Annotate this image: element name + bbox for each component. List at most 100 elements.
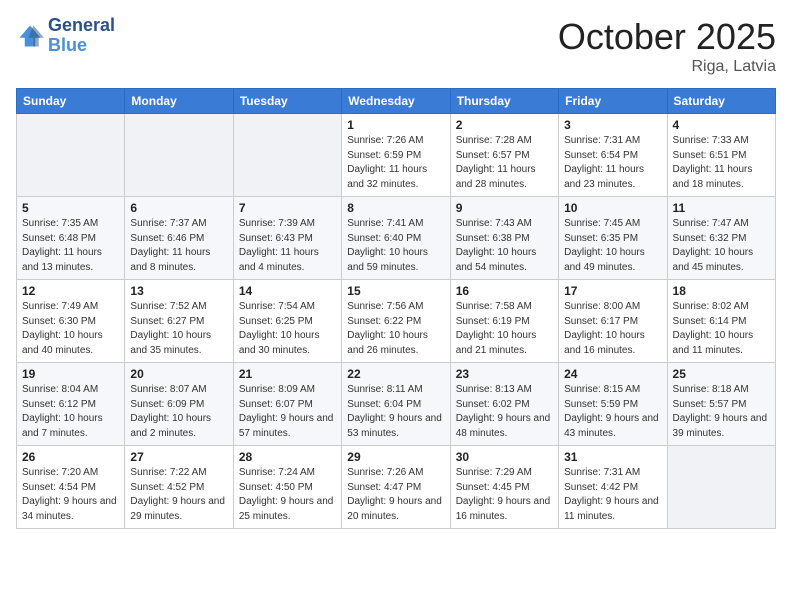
calendar-cell: 8 Sunrise: 7:41 AM Sunset: 6:40 PM Daylig… (342, 197, 450, 280)
calendar-cell: 25Sunrise: 8:18 AM Sunset: 5:57 PM Dayli… (667, 363, 775, 446)
day-number: 29 (347, 450, 444, 464)
page-header: General Blue October 2025 Riga, Latvia (16, 16, 776, 76)
day-info: Sunrise: 7:45 AM Sunset: 6:35 PM Dayligh… (564, 217, 661, 275)
calendar-cell: 18 Sunrise: 8:02 AM Sunset: 6:14 PM Dayli… (667, 280, 775, 363)
day-number: 26 (22, 450, 119, 464)
day-info: Sunrise: 7:24 AM Sunset: 4:50 PM Dayligh… (239, 466, 336, 524)
day-info: Sunrise: 7:54 AM Sunset: 6:25 PM Dayligh… (239, 300, 336, 358)
logo-icon (16, 22, 44, 50)
day-number: 22 (347, 367, 444, 381)
calendar-cell: 22 Sunrise: 8:11 AM Sunset: 6:04 PM Dayli… (342, 363, 450, 446)
day-info: Sunrise: 7:52 AM Sunset: 6:27 PM Dayligh… (130, 300, 227, 358)
calendar-cell: 20 Sunrise: 8:07 AM Sunset: 6:09 PM Dayli… (125, 363, 233, 446)
day-info: Sunrise: 7:41 AM Sunset: 6:40 PM Dayligh… (347, 217, 444, 275)
day-number: 23 (456, 367, 553, 381)
day-number: 11 (673, 201, 770, 215)
calendar-week-row: 1 Sunrise: 7:26 AM Sunset: 6:59 PM Daylig… (17, 114, 776, 197)
day-info: Sunrise: 7:35 AM Sunset: 6:48 PM Dayligh… (22, 217, 119, 275)
day-info: Sunrise: 7:39 AM Sunset: 6:43 PM Dayligh… (239, 217, 336, 275)
day-number: 16 (456, 284, 553, 298)
day-info: Sunrise: 8:09 AM Sunset: 6:07 PM Dayligh… (239, 383, 336, 441)
weekday-header: Friday (559, 89, 667, 114)
location: Riga, Latvia (558, 58, 776, 76)
calendar-cell: 27Sunrise: 7:22 AM Sunset: 4:52 PM Dayli… (125, 446, 233, 529)
calendar-cell: 28 Sunrise: 7:24 AM Sunset: 4:50 PM Dayli… (233, 446, 341, 529)
calendar-cell (667, 446, 775, 529)
day-number: 21 (239, 367, 336, 381)
day-info: Sunrise: 7:20 AM Sunset: 4:54 PM Dayligh… (22, 466, 119, 524)
calendar-cell: 6Sunrise: 7:37 AM Sunset: 6:46 PM Daylig… (125, 197, 233, 280)
weekday-header: Sunday (17, 89, 125, 114)
weekday-header: Wednesday (342, 89, 450, 114)
day-number: 28 (239, 450, 336, 464)
day-info: Sunrise: 8:15 AM Sunset: 5:59 PM Dayligh… (564, 383, 661, 441)
calendar-cell: 16 Sunrise: 7:58 AM Sunset: 6:19 PM Dayli… (450, 280, 558, 363)
day-info: Sunrise: 7:47 AM Sunset: 6:32 PM Dayligh… (673, 217, 770, 275)
logo: General Blue (16, 16, 115, 56)
calendar-cell: 29 Sunrise: 7:26 AM Sunset: 4:47 PM Dayli… (342, 446, 450, 529)
day-info: Sunrise: 7:28 AM Sunset: 6:57 PM Dayligh… (456, 134, 553, 192)
day-info: Sunrise: 7:26 AM Sunset: 6:59 PM Dayligh… (347, 134, 444, 192)
calendar-cell: 21 Sunrise: 8:09 AM Sunset: 6:07 PM Dayli… (233, 363, 341, 446)
day-info: Sunrise: 8:11 AM Sunset: 6:04 PM Dayligh… (347, 383, 444, 441)
calendar-cell: 15 Sunrise: 7:56 AM Sunset: 6:22 PM Dayli… (342, 280, 450, 363)
calendar-week-row: 26 Sunrise: 7:20 AM Sunset: 4:54 PM Dayli… (17, 446, 776, 529)
day-number: 30 (456, 450, 553, 464)
day-number: 9 (456, 201, 553, 215)
day-info: Sunrise: 7:56 AM Sunset: 6:22 PM Dayligh… (347, 300, 444, 358)
calendar-week-row: 5 Sunrise: 7:35 AM Sunset: 6:48 PM Daylig… (17, 197, 776, 280)
day-info: Sunrise: 7:29 AM Sunset: 4:45 PM Dayligh… (456, 466, 553, 524)
day-number: 5 (22, 201, 119, 215)
day-info: Sunrise: 8:04 AM Sunset: 6:12 PM Dayligh… (22, 383, 119, 441)
day-info: Sunrise: 8:02 AM Sunset: 6:14 PM Dayligh… (673, 300, 770, 358)
calendar-cell: 9 Sunrise: 7:43 AM Sunset: 6:38 PM Daylig… (450, 197, 558, 280)
day-info: Sunrise: 8:13 AM Sunset: 6:02 PM Dayligh… (456, 383, 553, 441)
day-info: Sunrise: 7:49 AM Sunset: 6:30 PM Dayligh… (22, 300, 119, 358)
day-number: 6 (130, 201, 227, 215)
day-info: Sunrise: 8:00 AM Sunset: 6:17 PM Dayligh… (564, 300, 661, 358)
calendar-week-row: 19 Sunrise: 8:04 AM Sunset: 6:12 PM Dayli… (17, 363, 776, 446)
calendar-cell: 17 Sunrise: 8:00 AM Sunset: 6:17 PM Dayli… (559, 280, 667, 363)
calendar-cell (17, 114, 125, 197)
day-number: 19 (22, 367, 119, 381)
calendar-cell (125, 114, 233, 197)
day-number: 20 (130, 367, 227, 381)
weekday-header: Tuesday (233, 89, 341, 114)
calendar-cell: 1 Sunrise: 7:26 AM Sunset: 6:59 PM Daylig… (342, 114, 450, 197)
calendar-cell: 31 Sunrise: 7:31 AM Sunset: 4:42 PM Dayli… (559, 446, 667, 529)
calendar-table: SundayMondayTuesdayWednesdayThursdayFrid… (16, 88, 776, 529)
day-info: Sunrise: 7:22 AM Sunset: 4:52 PM Dayligh… (130, 466, 227, 524)
day-number: 10 (564, 201, 661, 215)
day-info: Sunrise: 7:43 AM Sunset: 6:38 PM Dayligh… (456, 217, 553, 275)
day-info: Sunrise: 7:58 AM Sunset: 6:19 PM Dayligh… (456, 300, 553, 358)
calendar-cell: 23 Sunrise: 8:13 AM Sunset: 6:02 PM Dayli… (450, 363, 558, 446)
day-number: 13 (130, 284, 227, 298)
calendar-cell: 14Sunrise: 7:54 AM Sunset: 6:25 PM Dayli… (233, 280, 341, 363)
day-info: Sunrise: 7:31 AM Sunset: 4:42 PM Dayligh… (564, 466, 661, 524)
calendar-cell: 19 Sunrise: 8:04 AM Sunset: 6:12 PM Dayli… (17, 363, 125, 446)
day-number: 3 (564, 118, 661, 132)
calendar-cell: 30 Sunrise: 7:29 AM Sunset: 4:45 PM Dayli… (450, 446, 558, 529)
day-number: 4 (673, 118, 770, 132)
weekday-header-row: SundayMondayTuesdayWednesdayThursdayFrid… (17, 89, 776, 114)
calendar-cell: 2Sunrise: 7:28 AM Sunset: 6:57 PM Daylig… (450, 114, 558, 197)
day-info: Sunrise: 7:33 AM Sunset: 6:51 PM Dayligh… (673, 134, 770, 192)
day-number: 24 (564, 367, 661, 381)
day-number: 1 (347, 118, 444, 132)
day-number: 31 (564, 450, 661, 464)
calendar-cell: 24 Sunrise: 8:15 AM Sunset: 5:59 PM Dayli… (559, 363, 667, 446)
day-number: 17 (564, 284, 661, 298)
day-info: Sunrise: 7:26 AM Sunset: 4:47 PM Dayligh… (347, 466, 444, 524)
logo-text: General Blue (48, 16, 115, 56)
calendar-cell: 10 Sunrise: 7:45 AM Sunset: 6:35 PM Dayli… (559, 197, 667, 280)
day-number: 8 (347, 201, 444, 215)
day-info: Sunrise: 8:18 AM Sunset: 5:57 PM Dayligh… (673, 383, 770, 441)
calendar-cell: 12Sunrise: 7:49 AM Sunset: 6:30 PM Dayli… (17, 280, 125, 363)
day-number: 15 (347, 284, 444, 298)
month-title: October 2025 (558, 16, 776, 58)
calendar-cell: 26 Sunrise: 7:20 AM Sunset: 4:54 PM Dayli… (17, 446, 125, 529)
day-number: 18 (673, 284, 770, 298)
calendar-week-row: 12Sunrise: 7:49 AM Sunset: 6:30 PM Dayli… (17, 280, 776, 363)
day-info: Sunrise: 8:07 AM Sunset: 6:09 PM Dayligh… (130, 383, 227, 441)
calendar-cell: 13 Sunrise: 7:52 AM Sunset: 6:27 PM Dayli… (125, 280, 233, 363)
